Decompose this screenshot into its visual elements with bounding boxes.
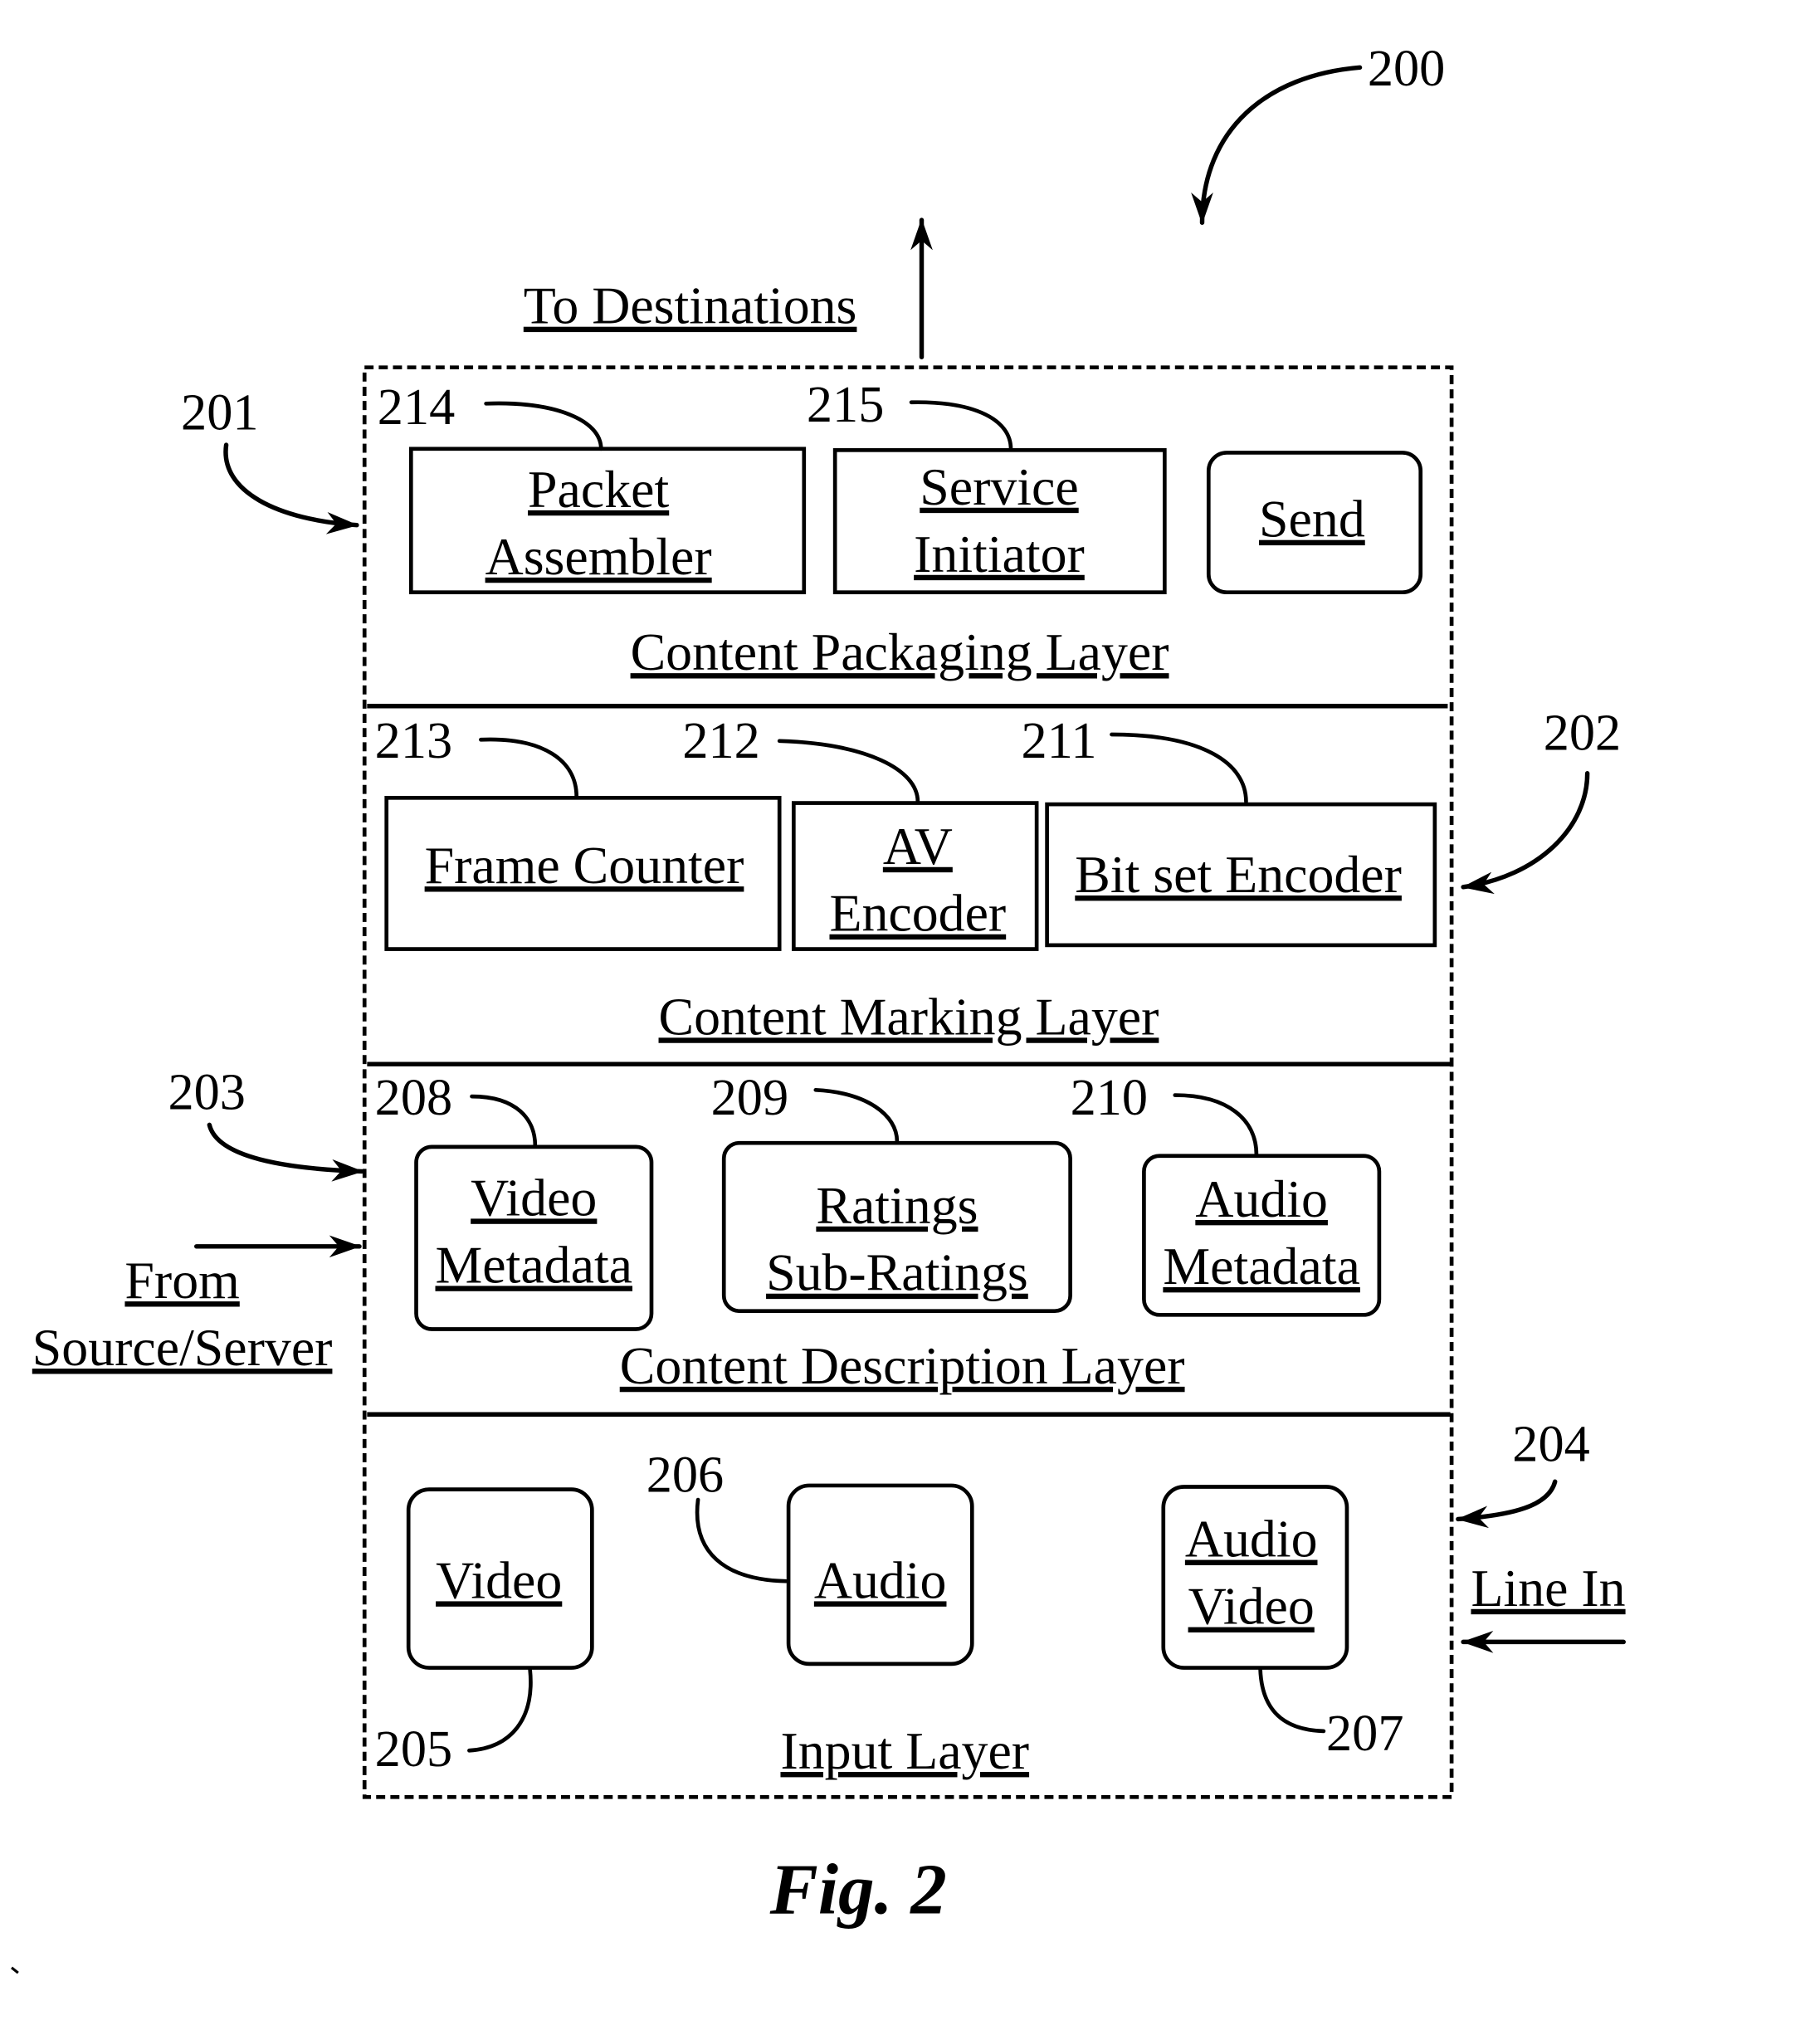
component-ref-211: 211 <box>1021 712 1096 769</box>
layer-ref-201: 201 <box>181 383 258 441</box>
layer-title-description: Content Description Layer <box>620 1336 1185 1395</box>
component-ref-215: 215 <box>807 376 884 433</box>
layer-ref-202: 202 <box>1544 705 1621 762</box>
service-initiator-label-1: Service <box>920 457 1078 516</box>
input-video-label: Video <box>436 1550 562 1609</box>
component-ref-213: 213 <box>375 712 452 769</box>
component-video-metadata[interactable]: 208 Video Metadata <box>375 1069 654 1331</box>
component-input-video[interactable]: Video 205 <box>375 1487 594 1778</box>
layer-ref-203-arrow-icon <box>207 1122 364 1182</box>
from-source-group: From Source/Server <box>32 1235 362 1377</box>
to-destinations-label: To Destinations <box>524 276 857 335</box>
leader-206 <box>695 1497 788 1583</box>
component-input-audio-video[interactable]: Audio Video 207 <box>1161 1485 1404 1762</box>
component-ref-206: 206 <box>647 1447 724 1504</box>
component-ref-212: 212 <box>682 712 759 769</box>
layer-ref-202-arrow-icon <box>1461 771 1590 895</box>
figure-caption: Fig. 2 <box>769 1848 947 1929</box>
content-description-layer: 203 208 Video Metadata 209 Ratings Sub-R… <box>168 1064 1382 1395</box>
component-audio-metadata[interactable]: 210 Audio Metadata <box>1071 1069 1382 1317</box>
component-ref-209: 209 <box>711 1069 788 1126</box>
component-service-initiator[interactable]: 215 Service Initiator <box>807 376 1167 595</box>
ratings-label-2: Sub-Ratings <box>766 1243 1028 1302</box>
line-in-label: Line In <box>1471 1559 1625 1618</box>
layer-ref-203: 203 <box>168 1064 245 1121</box>
component-ref-214: 214 <box>378 378 455 436</box>
layer-ref-204: 204 <box>1512 1415 1589 1472</box>
layer-ref-204-arrow-icon <box>1456 1479 1558 1529</box>
component-ref-208: 208 <box>375 1069 452 1126</box>
system-ref-arrow-icon <box>1191 65 1363 225</box>
leader-212 <box>777 739 920 804</box>
av-encoder-label-1: AV <box>883 817 953 876</box>
input-audio-video-label-2: Video <box>1188 1577 1315 1636</box>
packet-assembler-label-2: Assembler <box>485 527 712 586</box>
video-metadata-label-1: Video <box>471 1168 597 1227</box>
service-initiator-label-2: Initiator <box>914 525 1085 583</box>
system-ref-label: 200 <box>1368 40 1445 97</box>
component-ref-205: 205 <box>375 1720 452 1778</box>
content-packaging-layer: 201 214 Packet Assembler 215 Service Ini… <box>181 376 1423 681</box>
scan-speck <box>11 1966 19 1974</box>
leader-211 <box>1110 732 1248 804</box>
video-metadata-label-2: Metadata <box>436 1235 633 1294</box>
input-audio-video-label-1: Audio <box>1185 1510 1318 1569</box>
leader-207 <box>1258 1666 1326 1734</box>
ratings-label-1: Ratings <box>816 1176 978 1235</box>
layer-title-input: Input Layer <box>780 1721 1029 1780</box>
component-send[interactable]: Send <box>1206 451 1423 595</box>
component-av-encoder[interactable]: 212 AV Encoder <box>682 712 1039 951</box>
from-source-label-1: From <box>124 1251 239 1310</box>
packet-assembler-label-1: Packet <box>528 460 669 519</box>
bit-set-encoder-label: Bit set Encoder <box>1075 845 1402 904</box>
component-ref-207: 207 <box>1326 1705 1403 1762</box>
layer-title-packaging: Content Packaging Layer <box>631 622 1169 681</box>
system-ref-group: 200 <box>1191 40 1445 225</box>
layer-title-marking: Content Marking Layer <box>659 987 1159 1046</box>
line-in-group: Line In <box>1461 1559 1626 1653</box>
leader-210 <box>1173 1093 1259 1157</box>
av-encoder-label-2: Encoder <box>829 884 1006 943</box>
leader-214 <box>484 401 603 451</box>
layer-ref-201-arrow-icon <box>223 442 359 534</box>
system-diagram: 200 To Destinations 201 214 Packet Assem… <box>11 40 1626 1974</box>
from-source-label-2: Source/Server <box>32 1318 333 1377</box>
leader-215 <box>909 400 1013 451</box>
leader-205 <box>467 1666 533 1753</box>
component-ratings[interactable]: 209 Ratings Sub-Ratings <box>711 1069 1072 1314</box>
audio-metadata-label-1: Audio <box>1195 1169 1328 1228</box>
to-destinations-group: To Destinations <box>524 217 933 359</box>
content-marking-layer: 202 213 Frame Counter 212 AV Encoder 211… <box>375 705 1621 1047</box>
leader-208 <box>470 1094 538 1148</box>
audio-metadata-label-2: Metadata <box>1163 1237 1360 1296</box>
component-bit-set-encoder[interactable]: 211 Bit set Encoder <box>1021 712 1437 948</box>
send-label: Send <box>1259 490 1365 549</box>
frame-counter-label: Frame Counter <box>425 836 744 895</box>
leader-209 <box>813 1088 900 1144</box>
input-audio-label: Audio <box>814 1550 947 1609</box>
component-ref-210: 210 <box>1071 1069 1148 1126</box>
component-packet-assembler[interactable]: 214 Packet Assembler <box>378 378 807 595</box>
component-input-audio[interactable]: 206 Audio <box>647 1447 974 1666</box>
leader-213 <box>479 737 578 799</box>
input-layer: 204 Video 205 206 Audio Audio Video 207 … <box>375 1415 1590 1780</box>
